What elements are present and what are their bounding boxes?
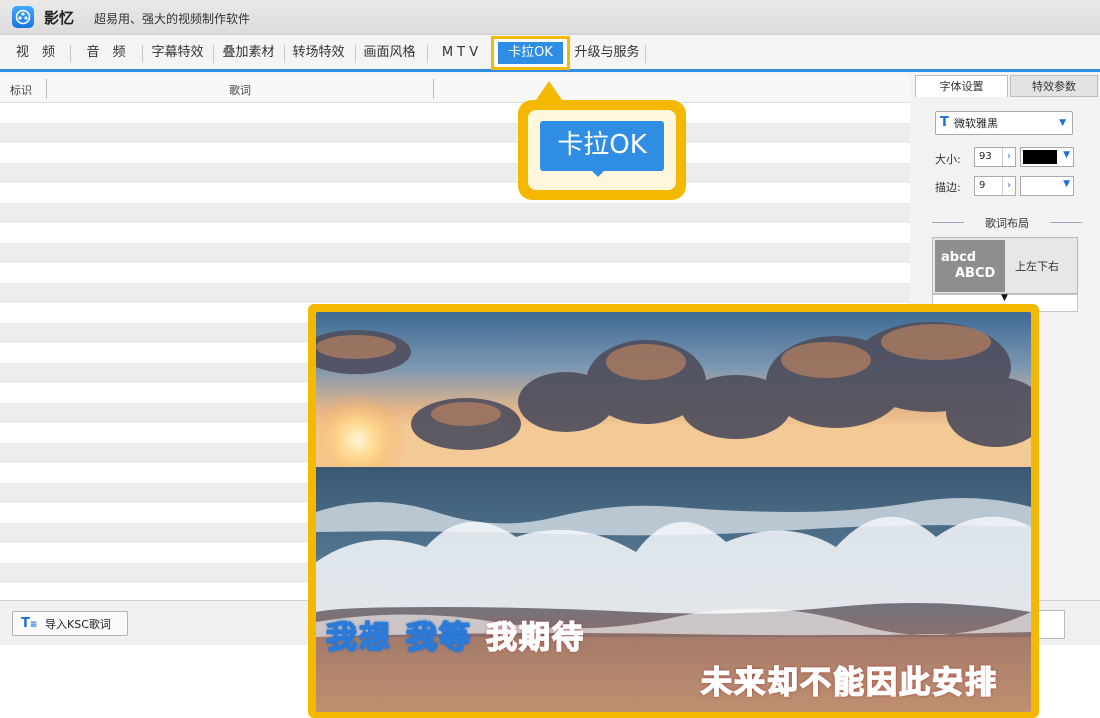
- import-ksc-lyrics-button[interactable]: T≡ 导入KSC歌词: [12, 611, 128, 636]
- lyrics-layout-title: 歌词布局: [985, 217, 1029, 230]
- font-t-icon: T: [940, 115, 949, 130]
- text-color-picker[interactable]: ▼: [1020, 147, 1074, 167]
- chevron-down-icon: ▼: [1059, 118, 1066, 128]
- tab-transition-effects[interactable]: 转场特效: [286, 42, 351, 64]
- tab-overlay-material[interactable]: 叠加素材: [216, 42, 281, 64]
- tab-karaoke-highlight: 卡拉OK: [491, 36, 570, 70]
- app-name: 影忆: [44, 9, 75, 27]
- main-tab-bar: 视 频 音 频 字幕特效 叠加素材 转场特效 画面风格 M T V 卡拉OK 升…: [0, 35, 1100, 72]
- font-family-value: 微软雅黑: [954, 117, 998, 130]
- stroke-color-picker[interactable]: ▼: [1020, 176, 1074, 196]
- chevron-right-icon[interactable]: ›: [1002, 148, 1015, 166]
- divider: [932, 222, 964, 223]
- tab-effect-params[interactable]: 特效参数: [1010, 75, 1098, 97]
- tab-divider: [284, 45, 285, 63]
- title-bar: 影忆 超易用、强大的视频制作软件: [0, 0, 1100, 35]
- layout-preview-top: abcd: [941, 250, 977, 265]
- app-window: 影忆 超易用、强大的视频制作软件 视 频 音 频 字幕特效 叠加素材 转场特效 …: [0, 0, 1100, 718]
- import-button-label: 导入KSC歌词: [45, 618, 111, 631]
- size-stepper[interactable]: 93 ›: [974, 147, 1016, 167]
- divider: [1050, 222, 1082, 223]
- tab-divider: [213, 45, 214, 63]
- column-divider[interactable]: [433, 79, 434, 99]
- lyrics-table-header: 标识 歌词: [0, 75, 910, 103]
- size-label: 大小:: [935, 153, 961, 166]
- callout-karaoke-button: 卡拉OK: [540, 121, 664, 171]
- lyrics-layout-section: 歌词布局: [932, 215, 1082, 231]
- column-header-lyric[interactable]: 歌词: [229, 82, 251, 98]
- tab-divider: [70, 45, 71, 63]
- column-header-mark[interactable]: 标识: [10, 82, 32, 98]
- lyric-line-next: 未来却不能因此安排: [700, 664, 998, 702]
- lyric-word-sung: 我期待: [485, 619, 585, 657]
- tab-divider: [645, 45, 646, 63]
- lyric-line-current: 我想 我等 我期待: [325, 612, 599, 657]
- font-family-select[interactable]: T 微软雅黑 ▼: [935, 111, 1073, 135]
- tab-subtitle-effects[interactable]: 字幕特效: [145, 42, 210, 64]
- tab-divider: [142, 45, 143, 63]
- layout-preview: abcd ABCD: [935, 240, 1005, 292]
- stroke-value: 9: [979, 180, 986, 191]
- tab-font-settings[interactable]: 字体设置: [915, 75, 1008, 97]
- caret-down-icon: ▼: [1001, 293, 1008, 303]
- tab-upgrade-service[interactable]: 升级与服务: [571, 42, 643, 64]
- text-import-icon: T≡: [21, 616, 38, 631]
- karaoke-callout: 卡拉OK: [518, 100, 686, 200]
- chevron-down-icon: ▼: [1063, 150, 1070, 160]
- callout-pointer: [536, 81, 562, 100]
- app-slogan: 超易用、强大的视频制作软件: [94, 12, 251, 26]
- tab-karaoke[interactable]: 卡拉OK: [498, 42, 563, 64]
- tab-mtv[interactable]: M T V: [432, 42, 488, 64]
- callout-notch: [592, 171, 604, 177]
- tab-video[interactable]: 视 频: [8, 42, 63, 64]
- stroke-label: 描边:: [935, 181, 961, 194]
- tab-divider: [427, 45, 428, 63]
- tab-picture-style[interactable]: 画面风格: [357, 42, 422, 64]
- video-preview-frame: 我想 我等 我期待 未来却不能因此安排: [308, 304, 1039, 718]
- stroke-color-swatch: [1023, 179, 1057, 193]
- chevron-down-icon: ▼: [1063, 179, 1070, 189]
- layout-option-label: 上左下右: [1015, 260, 1059, 273]
- stroke-stepper[interactable]: 9 ›: [974, 176, 1016, 196]
- video-preview[interactable]: 我想 我等 我期待 未来却不能因此安排: [316, 312, 1031, 712]
- chevron-right-icon[interactable]: ›: [1002, 177, 1015, 195]
- tab-divider: [355, 45, 356, 63]
- size-value: 93: [979, 151, 992, 162]
- callout-inner: 卡拉OK: [528, 110, 676, 190]
- text-color-swatch: [1023, 150, 1057, 164]
- lyrics-layout-selector[interactable]: abcd ABCD 上左下右: [932, 237, 1078, 294]
- lyric-word: 我想: [325, 619, 392, 657]
- layout-preview-bottom: ABCD: [955, 266, 996, 281]
- column-divider[interactable]: [46, 79, 47, 99]
- app-logo-icon: [12, 6, 34, 28]
- tab-audio[interactable]: 音 频: [76, 42, 136, 64]
- lyric-word: 我等: [405, 619, 472, 657]
